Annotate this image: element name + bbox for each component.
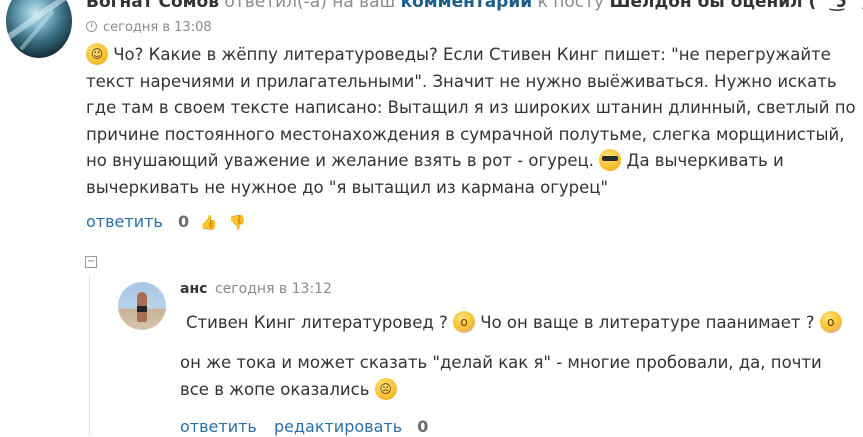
- reply-line2: он же тока и может сказать "делай как я"…: [180, 349, 850, 403]
- reply-author-name[interactable]: анс: [180, 281, 207, 297]
- scream-emoji-icon: o: [819, 311, 842, 333]
- reply-actions: ответить редактировать 0: [180, 417, 428, 436]
- reply-timestamp: сегодня в 13:12: [215, 281, 332, 297]
- thread-line: [89, 275, 90, 435]
- reply-line2-text: он же тока и может сказать "делай как я"…: [180, 353, 822, 399]
- author-name[interactable]: Богнат Сомов: [86, 0, 219, 12]
- thumbs-up-icon[interactable]: 👍: [200, 215, 217, 231]
- reply-button[interactable]: ответить: [86, 212, 163, 231]
- collapse-thread-icon[interactable]: −: [85, 256, 97, 268]
- sad-sweat-emoji-icon: ☹: [374, 378, 397, 400]
- reply-line1-part1: Стивен Кинг литературовед ?: [186, 313, 448, 332]
- comment-timestamp: сегодня в 13:08: [86, 20, 212, 35]
- post-title-link[interactable]: Шелдон бы оценил ( ͡° ͜ʖ ͡°): [609, 0, 863, 12]
- post-prefix: к посту: [537, 0, 605, 12]
- sunglasses-emoji-icon: [599, 149, 622, 171]
- comment-body: ☺ Чо? Какие в жёппу литературоведы? Если…: [86, 42, 858, 201]
- avatar[interactable]: [6, 0, 72, 58]
- reply-notice: ответил(-а) на ваш: [224, 0, 396, 12]
- reply-line1: Стивен Кинг литературовед ? o Чо он ваще…: [186, 311, 842, 333]
- clock-icon: [86, 21, 97, 32]
- timestamp-text: сегодня в 13:08: [103, 20, 212, 35]
- grimace-emoji-icon: ☺: [86, 43, 108, 65]
- reply-line1-part2: Чо он ваще в литературе паанимает ?: [480, 313, 815, 332]
- reply-button[interactable]: ответить: [180, 417, 257, 436]
- reply-rating-count: 0: [417, 417, 429, 436]
- comment-header: Богнат Сомов ответил(-а) на ваш коммента…: [86, 0, 863, 12]
- thumbs-down-icon[interactable]: 👎: [229, 215, 246, 231]
- edit-button[interactable]: редактировать: [274, 417, 402, 436]
- scream-emoji-icon: o: [453, 311, 476, 333]
- comment-link[interactable]: комментарий: [401, 0, 533, 12]
- rating-count: 0: [177, 212, 190, 231]
- reply-avatar[interactable]: [118, 282, 166, 330]
- comment-actions: ответить 0 👍 👎: [86, 212, 246, 231]
